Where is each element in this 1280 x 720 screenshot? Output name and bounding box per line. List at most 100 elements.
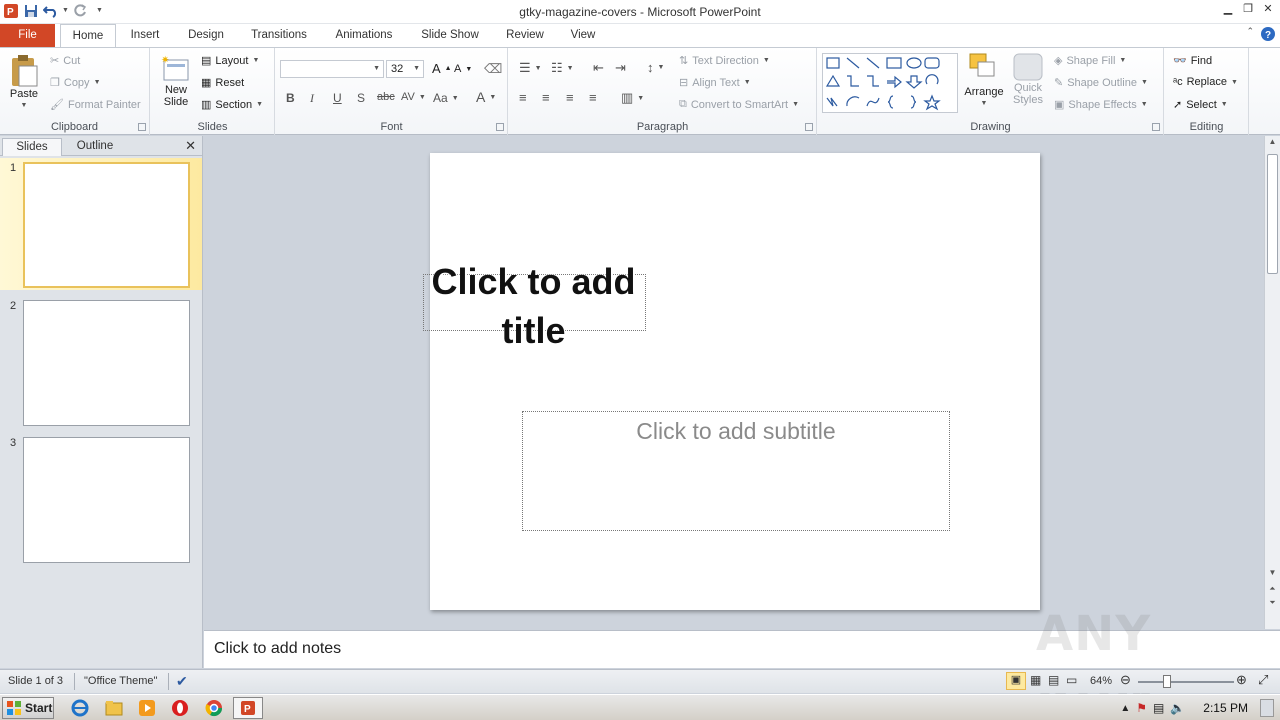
scroll-down-icon[interactable]: ▼ — [1265, 568, 1280, 582]
decrease-indent-icon[interactable]: ⇤ — [593, 60, 604, 76]
chrome-icon[interactable] — [204, 698, 224, 718]
slide-thumbnail[interactable]: 1 — [0, 158, 202, 290]
save-icon[interactable] — [22, 2, 39, 19]
underline-icon[interactable]: U — [333, 91, 342, 105]
minimize-ribbon-icon[interactable]: ⌃ — [1246, 26, 1254, 42]
undo-dropdown-icon[interactable]: ▼ — [62, 7, 69, 14]
shapes-gallery[interactable] — [822, 53, 958, 113]
new-slide-button[interactable]: ✷ New Slide — [157, 54, 195, 108]
help-icon[interactable]: ? — [1260, 26, 1276, 42]
tab-transitions[interactable]: Transitions — [244, 24, 314, 47]
arrange-button[interactable]: Arrange ▼ — [962, 52, 1006, 110]
slide-thumbnail[interactable]: 2 — [0, 296, 202, 428]
scroll-up-icon[interactable]: ▲ — [1265, 137, 1280, 151]
minimize-icon[interactable]: ▁ — [1222, 2, 1234, 15]
slide-canvas[interactable]: Click to add title Click to add subtitle — [423, 153, 1040, 610]
network-icon[interactable]: ▤ — [1153, 701, 1164, 715]
scroll-thumb[interactable] — [1267, 154, 1278, 274]
shape-outline-button[interactable]: ✎ Shape Outline ▼ — [1054, 76, 1148, 90]
zoom-level[interactable]: 64% — [1090, 675, 1112, 687]
increase-indent-icon[interactable]: ⇥ — [615, 60, 626, 76]
restore-icon[interactable]: ❐ — [1242, 2, 1254, 15]
action-center-icon[interactable]: ⚑ — [1136, 701, 1147, 715]
shrink-font-icon[interactable]: A ▼ — [454, 63, 472, 75]
bold-icon[interactable]: B — [286, 91, 295, 105]
italic-icon[interactable]: I — [310, 91, 314, 106]
format-painter-button[interactable]: 🖌 Format Painter — [50, 98, 141, 112]
customize-qat-icon[interactable]: ▼ — [96, 7, 103, 14]
normal-view-icon[interactable]: ▣ — [1006, 672, 1026, 690]
cut-button[interactable]: ✂ Cut — [50, 54, 80, 68]
convert-smartart-button[interactable]: ⧉ Convert to SmartArt ▼ — [679, 98, 799, 111]
show-desktop-icon[interactable] — [1260, 699, 1274, 717]
select-button[interactable]: ➚ Select ▼ — [1173, 98, 1228, 112]
vertical-scrollbar[interactable]: ▲ ▼ ⏶ ⏷ — [1264, 136, 1280, 629]
numbering-icon[interactable]: ☷ ▼ — [551, 60, 574, 76]
find-button[interactable]: 👓 Find — [1173, 54, 1212, 68]
paragraph-launcher-icon[interactable] — [805, 123, 813, 131]
powerpoint-taskbar-button[interactable]: P — [233, 697, 263, 719]
justify-icon[interactable]: ≡ — [589, 90, 597, 105]
columns-icon[interactable]: ▥ ▼ — [621, 90, 644, 106]
previous-slide-icon[interactable]: ⏶ — [1265, 584, 1280, 598]
title-placeholder-text[interactable]: Click to add title — [421, 257, 646, 355]
zoom-out-icon[interactable]: ⊖ — [1120, 672, 1131, 688]
change-case-icon[interactable]: Aa ▼ — [433, 91, 459, 105]
align-center-icon[interactable]: ≡ — [542, 90, 550, 105]
tab-animations[interactable]: Animations — [328, 24, 400, 47]
close-icon[interactable]: ✕ — [185, 138, 196, 154]
font-size-combobox[interactable]: 32 ▼ — [386, 60, 424, 78]
grow-font-icon[interactable]: A ▲ — [432, 61, 452, 76]
tab-view[interactable]: View — [562, 24, 604, 47]
tab-outline[interactable]: Outline — [64, 138, 126, 156]
slide-sorter-icon[interactable]: ▦ — [1030, 673, 1041, 687]
zoom-in-icon[interactable]: ⊕ — [1236, 672, 1247, 688]
font-name-combobox[interactable]: ▼ — [280, 60, 384, 78]
font-color-icon[interactable]: A ▼ — [476, 89, 496, 105]
opera-icon[interactable] — [170, 698, 190, 718]
shape-fill-button[interactable]: ◈ Shape Fill ▼ — [1054, 54, 1126, 68]
internet-explorer-icon[interactable] — [70, 698, 90, 718]
align-right-icon[interactable]: ≡ — [566, 90, 574, 105]
reading-view-icon[interactable]: ▤ — [1048, 673, 1059, 687]
subtitle-placeholder[interactable]: Click to add subtitle — [522, 411, 950, 531]
shape-effects-button[interactable]: ▣ Shape Effects ▼ — [1054, 98, 1148, 112]
theme-name[interactable]: "Office Theme" — [84, 675, 157, 687]
replace-button[interactable]: ᵃc Replace ▼ — [1173, 76, 1238, 88]
show-hidden-icons-icon[interactable]: ▲ — [1120, 703, 1130, 714]
tab-home[interactable]: Home — [60, 24, 116, 48]
fit-to-window-icon[interactable]: ⤢ — [1258, 672, 1268, 688]
shadow-icon[interactable]: S — [357, 91, 365, 105]
align-left-icon[interactable]: ≡ — [519, 90, 527, 105]
slide-thumbnail[interactable]: 3 — [0, 433, 202, 565]
line-spacing-icon[interactable]: ↕ ▼ — [647, 60, 664, 75]
tab-slides[interactable]: Slides — [2, 138, 62, 156]
strikethrough-icon[interactable]: abc — [377, 91, 395, 103]
paste-button[interactable]: Paste ▼ — [6, 54, 42, 112]
font-launcher-icon[interactable] — [496, 123, 504, 131]
tab-insert[interactable]: Insert — [122, 24, 168, 47]
tab-review[interactable]: Review — [500, 24, 550, 47]
redo-icon[interactable] — [72, 2, 89, 19]
clipboard-launcher-icon[interactable] — [138, 123, 146, 131]
spell-check-icon[interactable]: ✔ — [176, 673, 188, 690]
bullets-icon[interactable]: ☰ ▼ — [519, 60, 542, 76]
align-text-button[interactable]: ⊟ Align Text ▼ — [679, 76, 751, 90]
slide-show-icon[interactable]: ▭ — [1066, 673, 1077, 687]
start-button[interactable]: Start — [2, 697, 54, 719]
copy-button[interactable]: ❐ Copy ▼ — [50, 76, 101, 90]
volume-icon[interactable]: 🔈 — [1170, 701, 1185, 715]
file-explorer-icon[interactable] — [104, 698, 124, 718]
character-spacing-icon[interactable]: AV ▼ — [401, 91, 426, 103]
clock[interactable]: 2:15 PM — [1203, 701, 1248, 715]
close-icon[interactable]: ✕ — [1262, 2, 1274, 15]
media-player-icon[interactable] — [137, 698, 157, 718]
reset-button[interactable]: ▦ Reset — [201, 76, 244, 90]
zoom-slider-thumb[interactable] — [1163, 675, 1171, 688]
layout-button[interactable]: ▤ Layout ▼ — [201, 54, 259, 68]
text-direction-button[interactable]: ⇅ Text Direction ▼ — [679, 54, 770, 68]
quick-styles-button[interactable]: Quick Styles — [1008, 52, 1048, 106]
section-button[interactable]: ▥ Section ▼ — [201, 98, 263, 112]
tab-design[interactable]: Design — [180, 24, 232, 47]
zoom-slider[interactable] — [1138, 675, 1234, 688]
